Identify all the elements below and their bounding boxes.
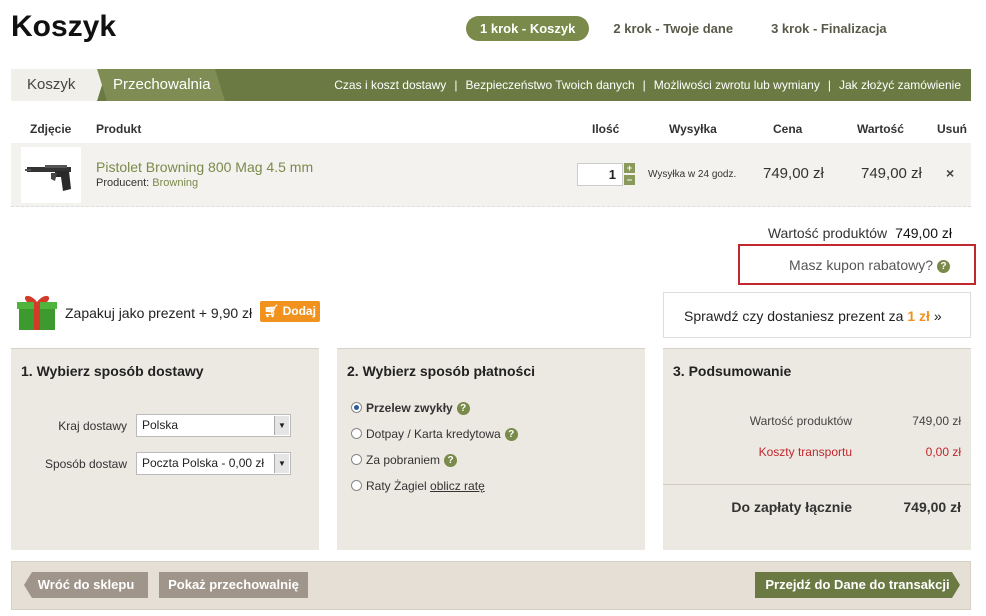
delivery-method-select[interactable]: Poczta Polska - 0,00 zł ▼ — [136, 452, 291, 475]
question-icon[interactable]: ? — [504, 428, 518, 442]
col-qty: Ilość — [592, 122, 620, 136]
payment-option-label: Dotpay / Karta kredytowa — [366, 427, 501, 441]
delivery-method-value: Poczta Polska - 0,00 zł — [142, 456, 265, 470]
gift-wrap-label: Zapakuj jako prezent + 9,90 zł — [65, 305, 253, 321]
payment-option-cod[interactable]: Za pobraniem? — [351, 453, 458, 468]
products-total: Wartość produktów 749,00 zł — [768, 225, 952, 241]
payment-option-label: Za pobraniem — [366, 453, 441, 467]
bottom-actions: Wróć do sklepu Pokaż przechowalnię Przej… — [11, 561, 971, 610]
question-icon[interactable]: ? — [444, 454, 458, 468]
link-security[interactable]: Bezpieczeństwo Twoich danych — [465, 78, 634, 92]
product-name-link[interactable]: Pistolet Browning 800 Mag 4.5 mm — [96, 159, 313, 175]
summary-transport-value: 0,00 zł — [925, 445, 961, 459]
gift-check-link[interactable]: Sprawdź czy dostaniesz prezent za 1 zł » — [663, 292, 971, 338]
link-returns[interactable]: Możliwości zwrotu lub wymiany — [654, 78, 820, 92]
quantity-input[interactable]: 1 — [577, 163, 623, 186]
products-total-value: 749,00 zł — [895, 225, 952, 241]
tab-cart[interactable]: Koszyk — [11, 69, 107, 101]
delivery-method-label: Sposób dostaw — [44, 457, 127, 471]
gift-check-amount: 1 zł — [907, 308, 930, 324]
page-title: Koszyk — [11, 10, 117, 43]
add-gift-wrap-label: Dodaj — [282, 304, 316, 318]
checkout-steps: 1 krok - Koszyk 2 krok - Twoje dane 3 kr… — [466, 16, 907, 41]
products-total-label: Wartość produktów — [767, 225, 888, 241]
table-row: Pistolet Browning 800 Mag 4.5 mm Produce… — [11, 143, 971, 207]
info-links: Czas i koszt dostawy | Bezpieczeństwo Twoi… — [334, 69, 961, 101]
add-gift-wrap-button[interactable]: 🛒︎ Dodaj — [260, 301, 320, 322]
summary-transport-label: Koszty transportu — [758, 445, 852, 459]
coupon-link[interactable]: Masz kupon rabatowy?? — [738, 244, 976, 285]
back-to-shop-button[interactable]: Wróć do sklepu — [24, 572, 148, 598]
country-select[interactable]: Polska ▼ — [136, 414, 291, 437]
show-storage-button[interactable]: Pokaż przechowalnię — [159, 572, 308, 598]
radio-button[interactable] — [351, 454, 362, 465]
quantity-decrease-button[interactable]: − — [624, 175, 635, 185]
col-price: Cena — [773, 122, 803, 136]
payment-option-label: Raty Żagiel — [366, 479, 427, 493]
summary-total-label: Do zapłaty łącznie — [731, 499, 852, 515]
table-header: Zdjęcie Produkt Ilość Wysyłka Cena Warto… — [11, 116, 971, 142]
col-value: Wartość — [857, 122, 904, 136]
payment-title: 2. Wybierz sposób płatności — [347, 363, 536, 379]
question-icon[interactable]: ? — [456, 402, 470, 416]
maker-link[interactable]: Browning — [152, 177, 198, 189]
link-separator: | — [827, 78, 831, 92]
radio-button[interactable] — [351, 428, 362, 439]
link-separator: | — [454, 78, 458, 92]
step-finalize[interactable]: 3 krok - Finalizacja — [757, 16, 901, 41]
summary-total-value: 749,00 zł — [903, 499, 961, 515]
col-photo: Zdjęcie — [30, 122, 72, 136]
shipping-time: Wysyłka w 24 godz. — [648, 169, 737, 180]
delivery-panel: 1. Wybierz sposób dostawy Kraj dostawy P… — [11, 348, 319, 550]
coupon-label[interactable]: Masz kupon rabatowy? — [789, 257, 933, 273]
chevron-down-icon[interactable]: ▼ — [274, 416, 289, 435]
summary-title: 3. Podsumowanie — [673, 363, 792, 379]
col-product: Produkt — [96, 122, 142, 136]
country-label: Kraj dostawy — [58, 419, 127, 433]
payment-option-installments[interactable]: Raty Żagiel oblicz ratę — [351, 479, 485, 493]
step-cart[interactable]: 1 krok - Koszyk — [466, 16, 590, 41]
link-how-to-order[interactable]: Jak złożyć zamówienie — [839, 78, 961, 92]
country-value: Polska — [142, 418, 179, 432]
close-icon[interactable]: × — [946, 165, 954, 181]
payment-option-dotpay[interactable]: Dotpay / Karta kredytowa? — [351, 427, 518, 442]
product-maker: Producent: Browning — [96, 177, 198, 189]
unit-price: 749,00 zł — [763, 165, 824, 182]
proceed-button[interactable]: Przejdź do Dane do transakcji — [755, 572, 960, 598]
product-photo[interactable] — [21, 147, 81, 203]
col-shipping: Wysyłka — [669, 122, 717, 136]
gift-check-prefix: Sprawdź czy dostaniesz prezent za — [684, 308, 904, 324]
question-icon[interactable]: ? — [937, 259, 950, 273]
gift-check-arrow: » — [933, 308, 942, 324]
summary-products-value: 749,00 zł — [912, 414, 961, 428]
quantity-increase-button[interactable]: + — [624, 163, 635, 173]
payment-option-label: Przelew zwykły — [366, 401, 453, 415]
payment-option-transfer[interactable]: Przelew zwykły? — [351, 401, 470, 416]
link-delivery-time[interactable]: Czas i koszt dostawy — [334, 78, 446, 92]
step-your-data[interactable]: 2 krok - Twoje dane — [599, 16, 747, 41]
chevron-down-icon[interactable]: ▼ — [274, 454, 289, 473]
radio-button[interactable] — [351, 402, 362, 413]
tab-storage[interactable]: Przechowalnia — [97, 69, 225, 101]
summary-products-label: Wartość produktów — [749, 414, 852, 428]
summary-divider — [663, 484, 971, 485]
cart-icon: 🛒︎ — [264, 304, 280, 318]
link-separator: | — [642, 78, 646, 92]
payment-panel: 2. Wybierz sposób płatności Przelew zwyk… — [337, 348, 645, 550]
summary-panel: 3. Podsumowanie Wartość produktów 749,00… — [663, 348, 971, 550]
col-remove: Usuń — [937, 122, 967, 136]
line-value: 749,00 zł — [861, 165, 922, 182]
radio-button[interactable] — [351, 480, 362, 491]
maker-label: Producent: — [96, 177, 150, 189]
installment-calculator-link[interactable]: oblicz ratę — [430, 479, 485, 493]
delivery-title: 1. Wybierz sposób dostawy — [21, 363, 204, 379]
gift-icon — [15, 292, 59, 332]
cart-tabbar: Koszyk Przechowalnia Czas i koszt dostaw… — [11, 69, 971, 101]
